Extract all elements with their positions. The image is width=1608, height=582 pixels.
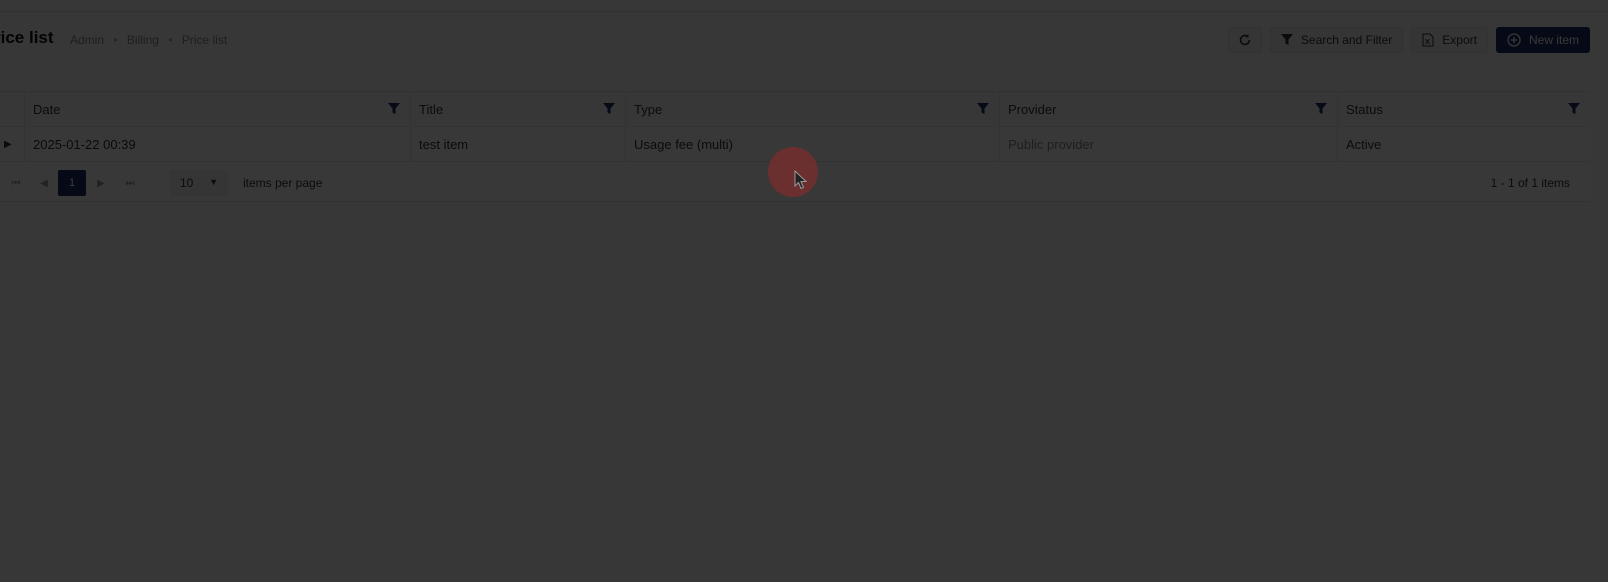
new-item-label: New item	[1528, 33, 1579, 47]
column-header-label: Provider	[1008, 101, 1057, 117]
column-header-date[interactable]: Date	[25, 92, 411, 126]
modal-backdrop-overlay	[0, 0, 1608, 582]
column-header-label: Status	[1346, 101, 1383, 117]
next-page-button[interactable]: ▶	[87, 170, 115, 196]
mouse-cursor-icon	[794, 170, 808, 190]
price-list-page: rice list Admin • Billing • Price list S…	[0, 0, 1608, 582]
first-page-icon: ⏮	[11, 177, 21, 189]
header-expand-cell	[0, 92, 25, 126]
page-size-value: 10	[180, 176, 194, 190]
column-header-provider[interactable]: Provider	[1000, 92, 1338, 126]
cell-type: Usage fee (multi)	[626, 127, 1000, 161]
column-header-label: Type	[634, 101, 663, 117]
search-filter-button[interactable]: Search and Filter	[1269, 27, 1404, 53]
column-header-status[interactable]: Status	[1338, 92, 1590, 126]
last-page-button[interactable]: ⏭	[116, 170, 144, 196]
breadcrumb-separator: •	[113, 33, 118, 47]
breadcrumb-item-admin[interactable]: Admin	[70, 33, 104, 47]
refresh-button[interactable]	[1227, 27, 1262, 53]
pager-info: 1 - 1 of 1 items	[1490, 176, 1570, 190]
top-divider	[0, 11, 1608, 12]
column-filter-icon[interactable]	[603, 103, 615, 115]
previous-page-button[interactable]: ◀	[30, 170, 58, 196]
refresh-icon	[1238, 33, 1252, 47]
expand-triangle-icon: ▶	[4, 138, 12, 150]
caret-down-icon: ▼	[209, 177, 218, 187]
breadcrumb: Admin • Billing • Price list	[70, 33, 227, 47]
next-page-icon: ▶	[97, 177, 105, 189]
column-filter-icon[interactable]	[977, 103, 989, 115]
new-item-button[interactable]: New item	[1495, 27, 1590, 53]
page-title: rice list	[0, 28, 54, 47]
column-header-title[interactable]: Title	[411, 92, 626, 126]
column-header-label: Date	[33, 101, 61, 117]
cell-date: 2025-01-22 00:39	[25, 127, 411, 161]
cell-status: Active	[1346, 136, 1382, 152]
breadcrumb-separator: •	[168, 33, 173, 47]
export-button[interactable]: Export	[1411, 27, 1488, 53]
column-filter-icon[interactable]	[1568, 103, 1580, 115]
column-header-type[interactable]: Type	[626, 92, 1000, 126]
breadcrumb-item-billing[interactable]: Billing	[127, 33, 159, 47]
export-label: Export	[1442, 33, 1477, 47]
column-header-label: Title	[419, 101, 444, 117]
column-filter-icon[interactable]	[1315, 103, 1327, 115]
click-indicator	[768, 147, 818, 197]
cell-provider: Public provider	[1000, 127, 1338, 161]
first-page-button[interactable]: ⏮	[2, 170, 30, 196]
cell-title: test item	[411, 127, 626, 161]
excel-file-icon	[1422, 33, 1434, 47]
toolbar: Search and Filter Export New item	[1227, 27, 1590, 53]
page-size-select[interactable]: 10 ▼	[170, 170, 228, 196]
items-per-page-label: items per page	[243, 176, 323, 190]
breadcrumb-item-price-list: Price list	[181, 33, 228, 47]
plus-circle-icon	[1507, 33, 1521, 47]
previous-page-icon: ◀	[40, 177, 48, 189]
column-filter-icon[interactable]	[388, 103, 400, 115]
page-number-button[interactable]: 1	[58, 170, 86, 196]
grid-header: Date Title Type Provider Status	[0, 92, 1590, 127]
search-filter-label: Search and Filter	[1300, 33, 1393, 47]
last-page-icon: ⏭	[125, 177, 135, 189]
expand-row-button[interactable]: ▶	[0, 127, 25, 161]
filter-icon	[1280, 34, 1293, 46]
